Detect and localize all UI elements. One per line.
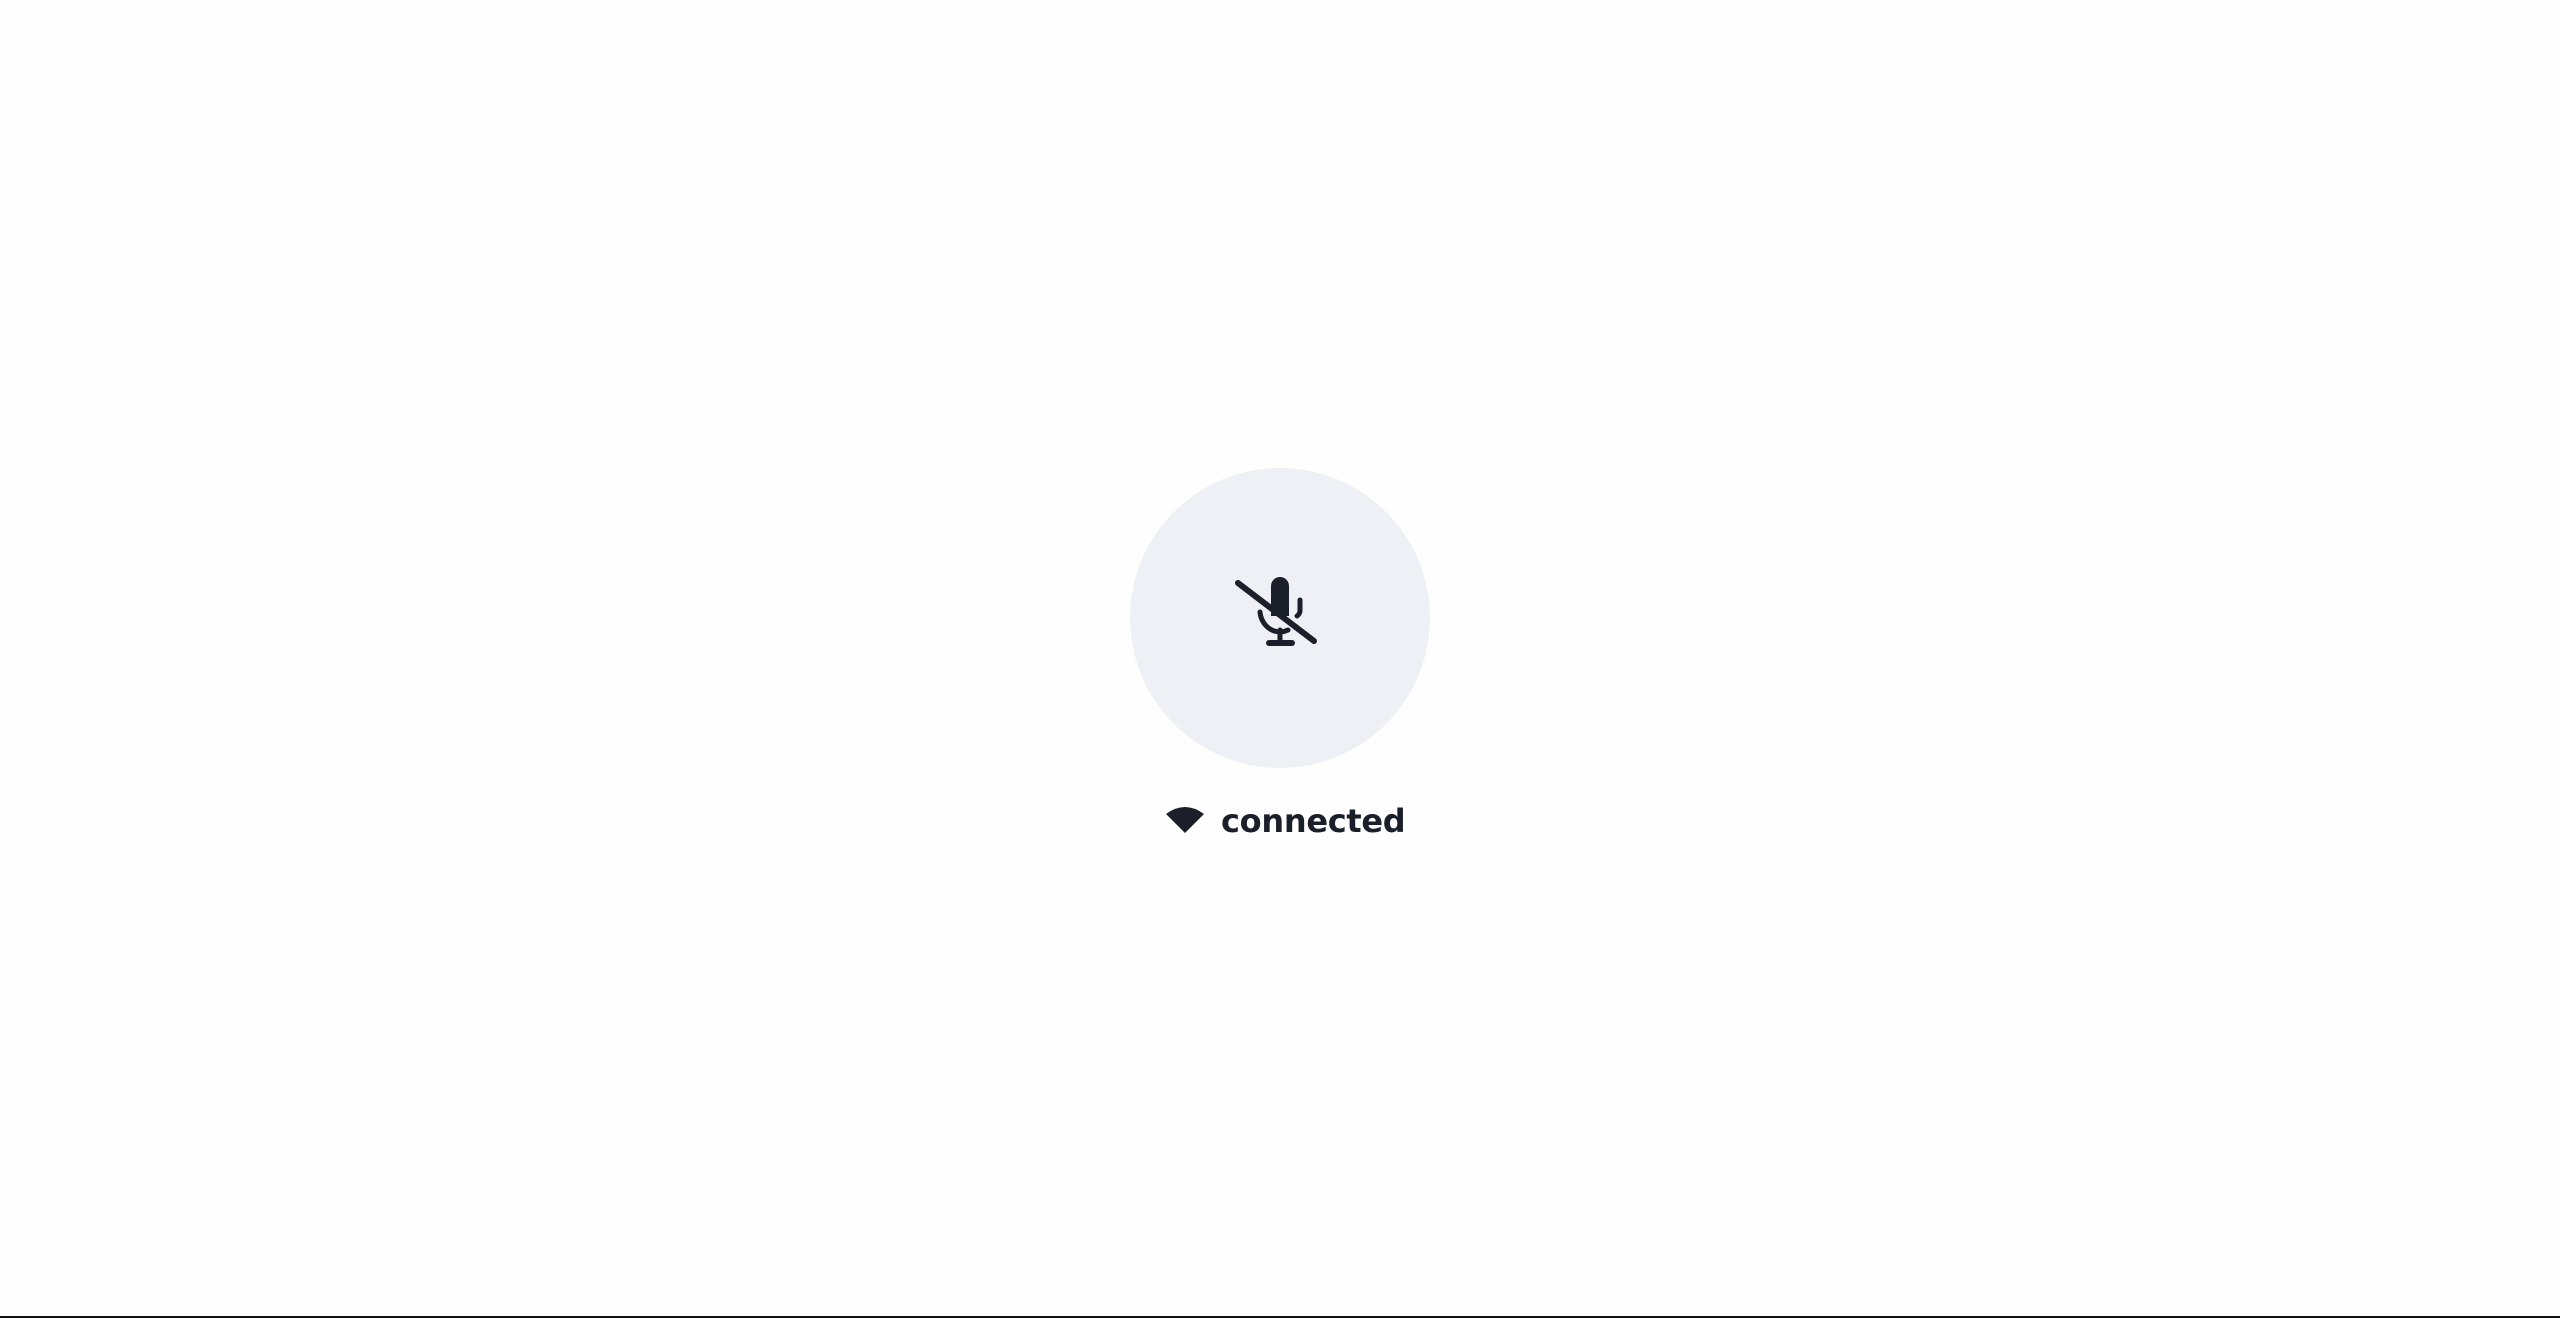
signal-icon bbox=[1165, 806, 1205, 836]
mute-toggle-button[interactable] bbox=[1130, 468, 1430, 768]
mic-off-icon bbox=[1225, 568, 1335, 668]
connection-status: connected bbox=[1165, 800, 1406, 842]
connection-status-text: connected bbox=[1221, 802, 1406, 840]
call-screen: connected bbox=[0, 0, 2560, 1318]
